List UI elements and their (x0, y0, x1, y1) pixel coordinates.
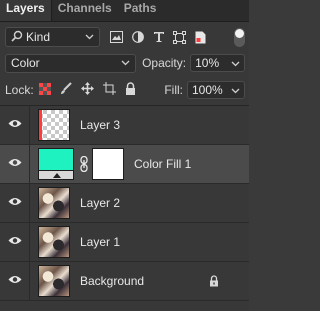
filter-toggle[interactable] (234, 28, 245, 47)
tab-paths[interactable]: Paths (118, 0, 163, 21)
chevron-down-icon (85, 31, 94, 43)
chevron-down-icon (231, 56, 240, 70)
layer-content-edge (39, 110, 43, 140)
layer-thumbnail[interactable] (38, 265, 70, 297)
blend-mode-select[interactable]: Color (5, 53, 137, 73)
layer-mask-thumbnail[interactable] (92, 148, 124, 180)
layer-thumbnail[interactable] (38, 187, 70, 219)
eye-icon (8, 158, 22, 170)
visibility-toggle[interactable] (0, 144, 30, 184)
fill-layer-thumbnail[interactable] (38, 148, 74, 180)
chevron-down-icon (231, 83, 240, 97)
layer-filter-row: Kind (5, 25, 245, 49)
fill-label[interactable]: Fill: (164, 83, 183, 97)
layer-row-layer-3[interactable]: Layer 3 (0, 105, 249, 145)
search-icon (11, 30, 23, 45)
fill-thumbnail-triangle (53, 173, 61, 178)
fill-field[interactable]: 100% (187, 81, 245, 99)
filter-icons (110, 30, 207, 44)
adjustment-filter-icon[interactable] (131, 31, 144, 44)
eye-icon (8, 236, 22, 248)
opacity-label[interactable]: Opacity: (142, 56, 186, 70)
type-filter-icon[interactable] (152, 31, 165, 44)
tab-channels[interactable]: Channels (52, 0, 118, 21)
link-chain-icon[interactable] (78, 156, 90, 172)
filter-kind-label: Kind (26, 30, 51, 44)
opacity-value: 10% (195, 56, 220, 70)
lock-icons (38, 82, 136, 98)
blend-row: Color Opacity: 10% (5, 53, 245, 73)
lock-label: Lock: (5, 83, 34, 97)
lock-all-icon[interactable] (125, 82, 136, 98)
layer-row-background[interactable]: Background (0, 261, 249, 301)
lock-transparent-icon[interactable] (38, 82, 51, 98)
visibility-toggle[interactable] (0, 105, 30, 145)
lock-image-icon[interactable] (60, 82, 72, 98)
lock-artboard-icon[interactable] (102, 82, 116, 98)
layer-name[interactable]: Layer 3 (80, 118, 120, 132)
filter-kind-select[interactable]: Kind (5, 27, 100, 47)
layer-name[interactable]: Color Fill 1 (134, 157, 191, 171)
layer-name[interactable]: Background (80, 274, 144, 288)
eye-icon (8, 275, 22, 287)
layers-panel: Layers Channels Paths Kind Color Opacity… (0, 0, 249, 311)
visibility-toggle[interactable] (0, 183, 30, 223)
eye-icon (8, 197, 22, 209)
opacity-field[interactable]: 10% (190, 54, 245, 72)
layer-thumbnail[interactable] (38, 109, 70, 141)
lock-position-icon[interactable] (80, 82, 94, 98)
layer-name[interactable]: Layer 2 (80, 196, 120, 210)
chevron-down-icon (121, 57, 130, 69)
tab-layers[interactable]: Layers (0, 0, 52, 21)
lock-icon[interactable] (209, 275, 219, 290)
layer-row-color-fill-1[interactable]: Color Fill 1 (0, 144, 249, 184)
lock-row: Lock: Fill: 100% (5, 80, 245, 100)
layer-row-layer-1[interactable]: Layer 1 (0, 222, 249, 262)
pixel-filter-icon[interactable] (110, 31, 123, 44)
blend-mode-value: Color (11, 56, 40, 70)
visibility-toggle[interactable] (0, 261, 30, 301)
filter-toggle-knob (235, 29, 244, 38)
fill-value: 100% (192, 83, 223, 97)
layers-list: Layer 3 Color Fill 1 Layer 2 Layer 1 Bac… (0, 105, 249, 301)
fill-thumbnail-bar (39, 170, 73, 179)
layer-row-layer-2[interactable]: Layer 2 (0, 183, 249, 223)
smart-object-filter-icon[interactable] (194, 31, 207, 44)
layer-name[interactable]: Layer 1 (80, 235, 120, 249)
eye-icon (8, 119, 22, 131)
visibility-toggle[interactable] (0, 222, 30, 262)
panel-tabs: Layers Channels Paths (0, 0, 249, 22)
layer-thumbnail[interactable] (38, 226, 70, 258)
shape-filter-icon[interactable] (173, 30, 186, 44)
